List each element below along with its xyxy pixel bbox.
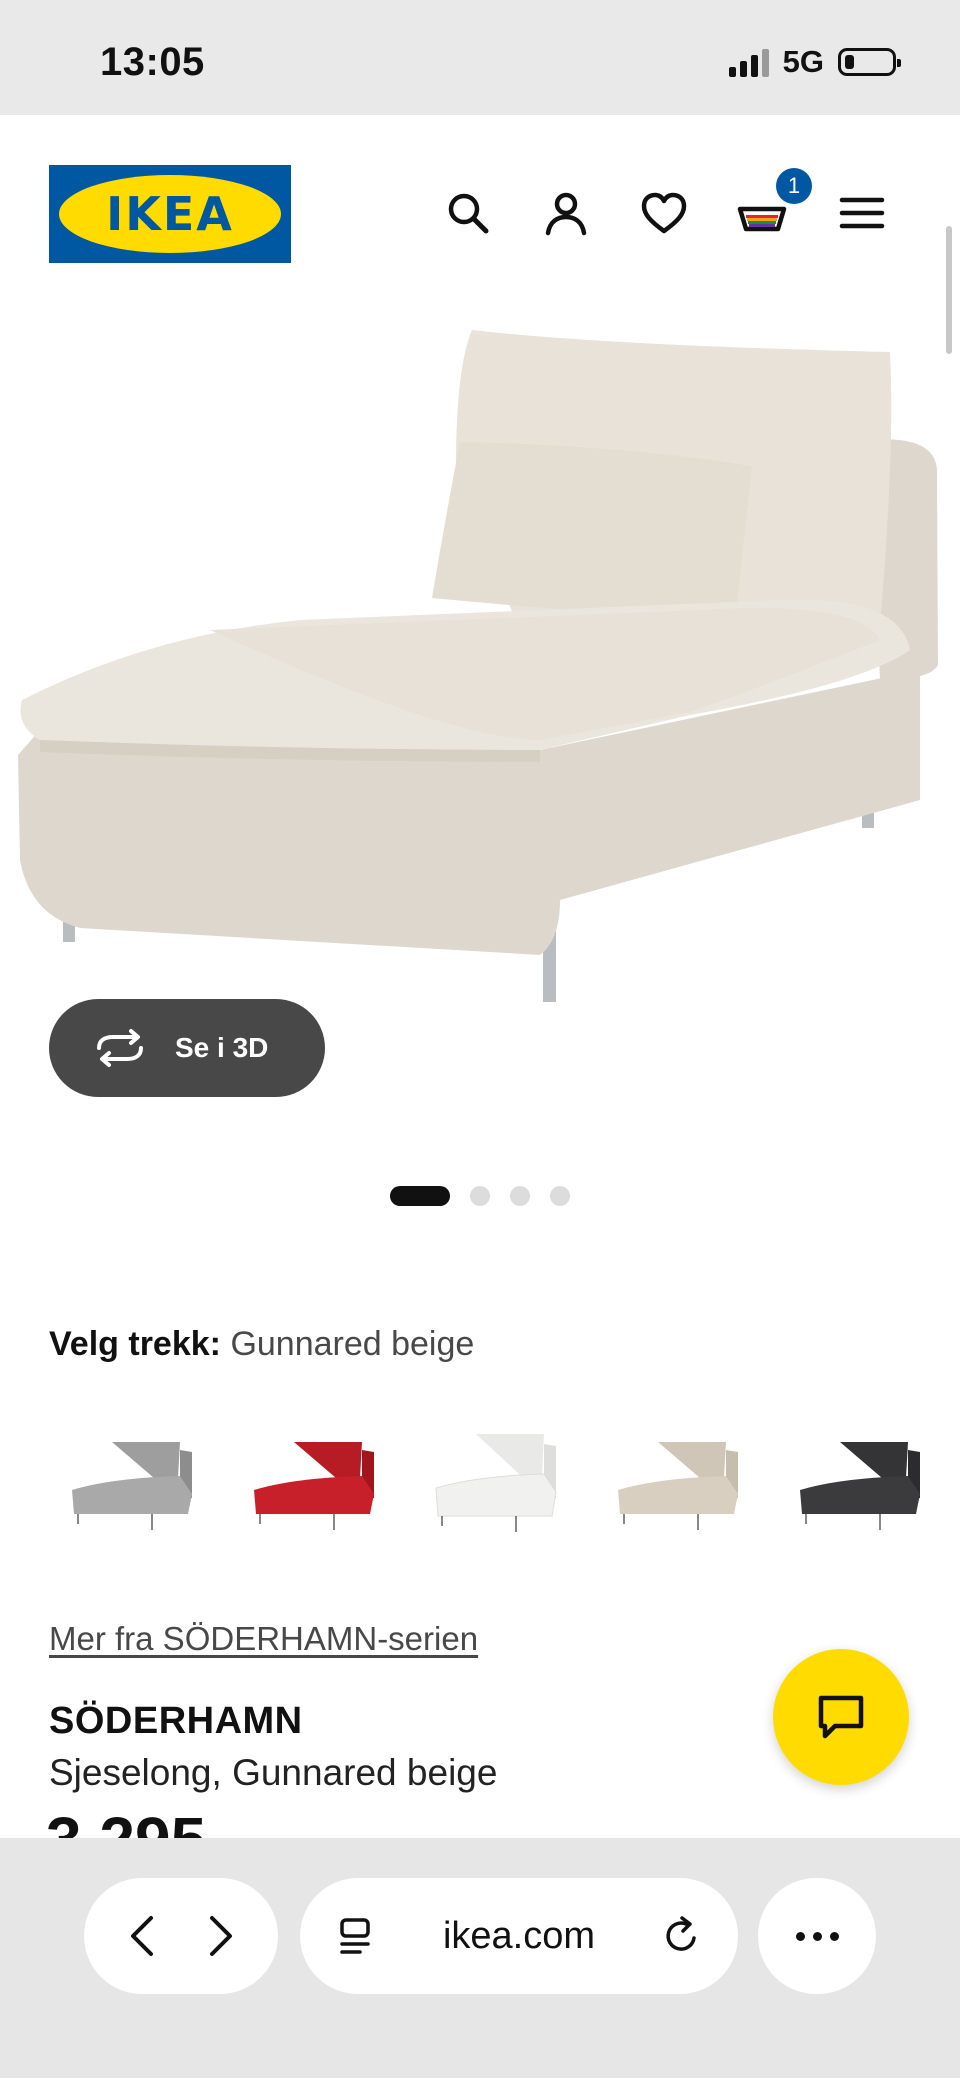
- back-icon[interactable]: [123, 1912, 163, 1960]
- fabric-label-title: Velg trekk:: [49, 1325, 221, 1363]
- more-options-button[interactable]: [758, 1878, 876, 1994]
- network-label: 5G: [782, 44, 824, 79]
- fabric-selector-label: Velg trekk: Gunnared beige: [49, 1325, 474, 1364]
- swatch-grey[interactable]: [52, 1420, 204, 1544]
- forward-icon[interactable]: [200, 1912, 240, 1960]
- gallery-dots: [390, 1186, 570, 1206]
- reader-icon[interactable]: [334, 1914, 378, 1958]
- product-price: 3 295: [46, 1808, 266, 1838]
- status-time: 13:05: [100, 40, 205, 84]
- logo-text: IKEA: [106, 187, 234, 241]
- product-description: Sjeselong, Gunnared beige: [49, 1752, 498, 1793]
- url-text: ikea.com: [442, 1914, 596, 1957]
- browser-nav-group: [84, 1878, 278, 1994]
- cart-count-badge: 1: [776, 168, 812, 204]
- battery-icon: [838, 48, 901, 76]
- swatch-beige[interactable]: [598, 1420, 750, 1544]
- gallery-dot[interactable]: [510, 1186, 530, 1206]
- dot: [812, 1931, 822, 1941]
- heart-icon[interactable]: [638, 187, 690, 239]
- signal-icon: [728, 47, 769, 77]
- search-icon[interactable]: [442, 187, 494, 239]
- address-bar[interactable]: ikea.com: [300, 1878, 738, 1994]
- fabric-swatches: [52, 1420, 932, 1544]
- fabric-selected-value: Gunnared beige: [230, 1325, 475, 1363]
- browser-toolbar: ikea.com: [0, 1838, 960, 2078]
- dot: [795, 1931, 805, 1941]
- menu-icon[interactable]: [836, 187, 888, 239]
- price-value: 3 295: [46, 1808, 266, 1838]
- swatch-dark-grey[interactable]: [780, 1420, 932, 1544]
- reload-icon[interactable]: [660, 1914, 704, 1958]
- account-icon[interactable]: [540, 187, 592, 239]
- gallery-dot-active[interactable]: [390, 1186, 450, 1206]
- product-name: SÖDERHAMN: [49, 1700, 303, 1742]
- status-bar: 13:05 5G: [0, 0, 960, 115]
- series-link[interactable]: Mer fra SÖDERHAMN-serien: [49, 1620, 478, 1658]
- swatch-white[interactable]: [416, 1420, 568, 1544]
- ikea-logo[interactable]: IKEA: [49, 165, 291, 263]
- chat-icon: [818, 1695, 864, 1739]
- product-image[interactable]: [0, 300, 960, 1020]
- gallery-dot[interactable]: [470, 1186, 490, 1206]
- dot: [829, 1931, 839, 1941]
- view-3d-button[interactable]: Se i 3D: [49, 999, 325, 1097]
- view-3d-label: Se i 3D: [175, 1032, 269, 1063]
- gallery-dot[interactable]: [550, 1186, 570, 1206]
- chat-button[interactable]: [773, 1649, 909, 1785]
- rotate-3d-icon: [97, 1029, 143, 1067]
- site-header: IKEA 1: [0, 115, 960, 275]
- swatch-red[interactable]: [234, 1420, 386, 1544]
- status-indicators: 5G: [728, 44, 901, 80]
